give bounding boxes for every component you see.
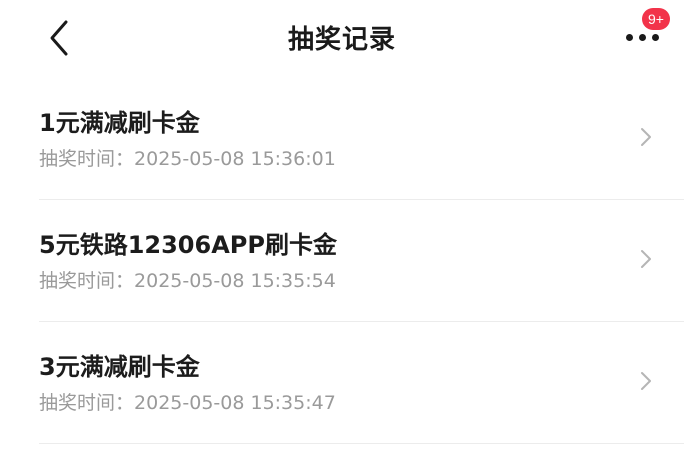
dot [652, 34, 659, 41]
record-title: 3元满减刷卡金 [39, 353, 200, 381]
record-item[interactable]: 1元满减刷卡金 抽奖时间：2025-05-08 15:36:01 [0, 78, 684, 200]
page-title: 抽奖记录 [287, 25, 396, 55]
record-time-row: 抽奖时间：2025-05-08 15:36:01 [39, 144, 336, 171]
record-time-label: 抽奖时间： [39, 392, 135, 414]
divider [39, 443, 684, 444]
dot [626, 34, 633, 41]
record-item[interactable]: 3元满减刷卡金 抽奖时间：2025-05-08 15:35:47 [0, 322, 684, 444]
record-title: 1元满减刷卡金 [39, 109, 200, 137]
record-time-row: 抽奖时间：2025-05-08 15:35:47 [39, 388, 336, 415]
record-time: 2025-05-08 15:35:47 [134, 392, 336, 414]
dot [639, 34, 646, 41]
record-time-label: 抽奖时间： [39, 270, 135, 292]
record-time: 2025-05-08 15:36:01 [134, 148, 336, 170]
chevron-right-icon [641, 250, 651, 268]
notification-badge: 9+ [642, 8, 670, 30]
record-title: 5元铁路12306APP刷卡金 [39, 231, 337, 259]
chevron-right-icon [641, 128, 651, 146]
nav-bar: 抽奖记录 9+ [0, 0, 684, 78]
record-time-label: 抽奖时间： [39, 148, 135, 170]
record-time: 2025-05-08 15:35:54 [134, 270, 336, 292]
record-list: 1元满减刷卡金 抽奖时间：2025-05-08 15:36:01 5元铁路123… [0, 78, 684, 444]
record-time-row: 抽奖时间：2025-05-08 15:35:54 [39, 266, 336, 293]
record-item[interactable]: 5元铁路12306APP刷卡金 抽奖时间：2025-05-08 15:35:54 [0, 200, 684, 322]
more-horizontal-icon [626, 34, 660, 42]
chevron-right-icon [641, 372, 651, 390]
